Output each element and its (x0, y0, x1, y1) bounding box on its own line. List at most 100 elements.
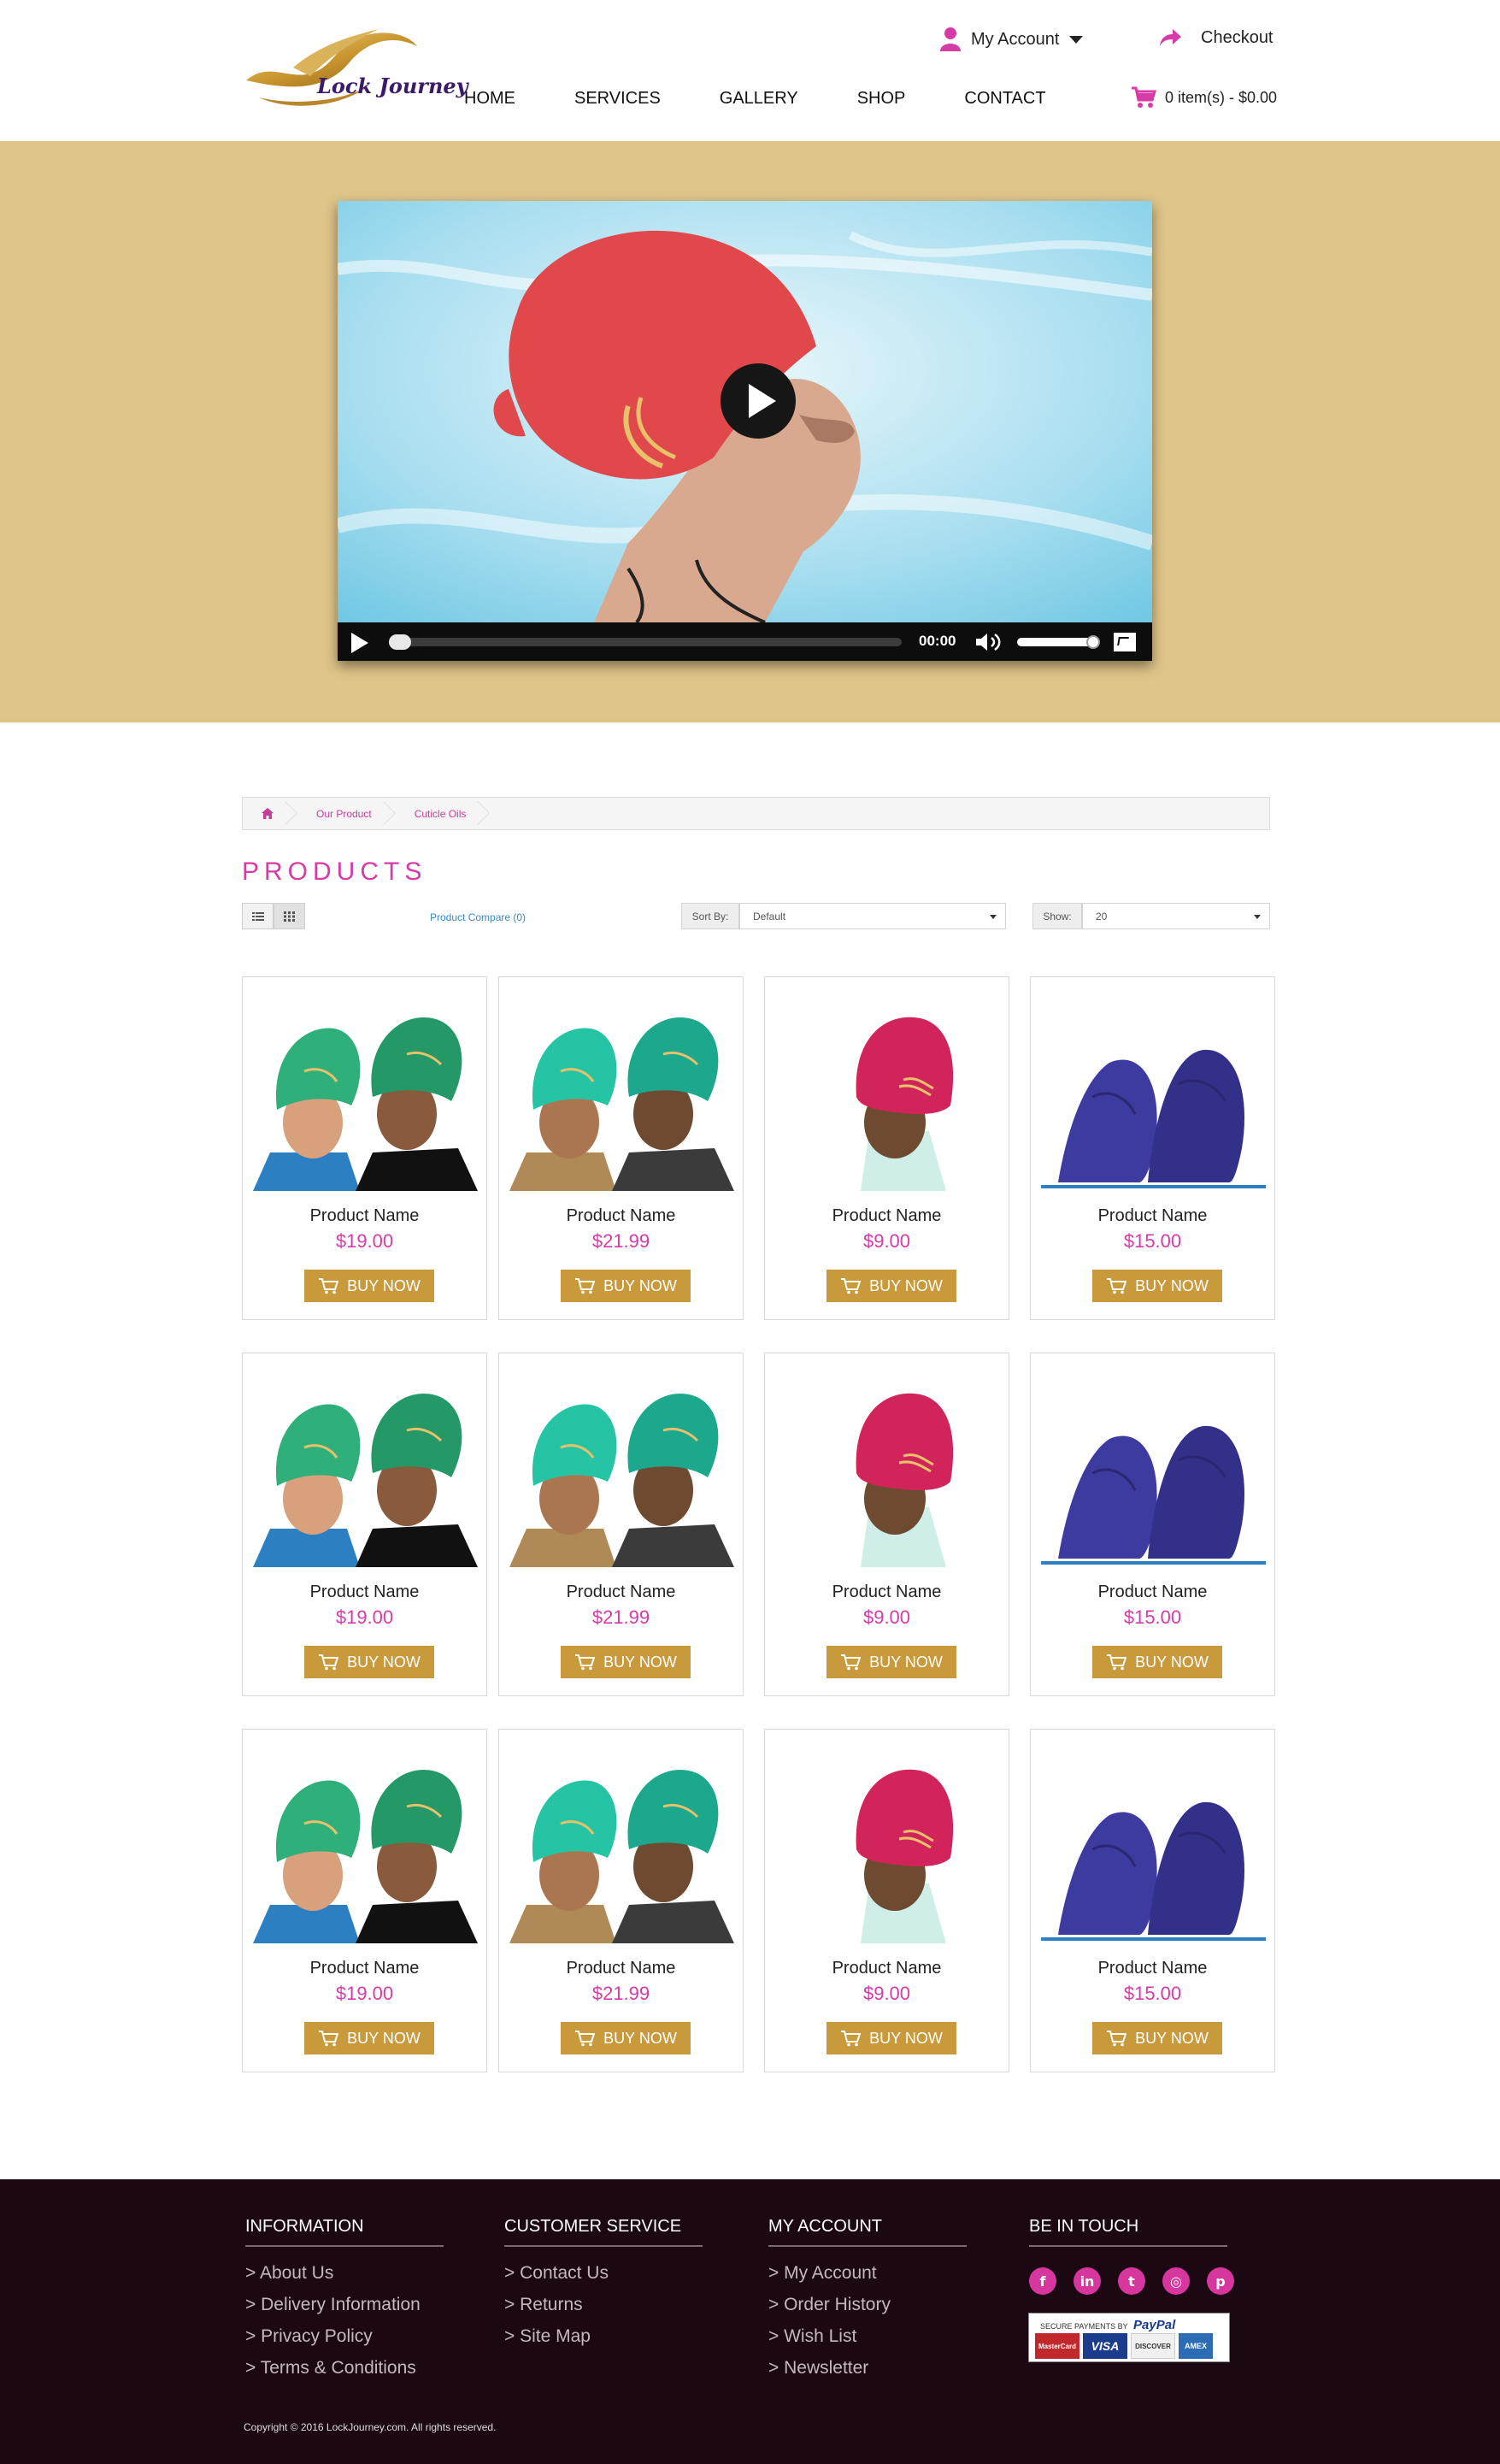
buy-now-button[interactable]: BUY NOW (826, 1270, 956, 1302)
product-image[interactable] (253, 1379, 478, 1567)
footer-link-account[interactable]: > My Account (768, 2257, 967, 2289)
footer-link-delivery[interactable]: > Delivery Information (245, 2289, 444, 2320)
pinterest-icon[interactable]: p (1207, 2267, 1234, 2295)
product-name[interactable]: Product Name (765, 1206, 1009, 1226)
product-card[interactable]: Product Name $21.99 BUY NOW (498, 1353, 744, 1696)
grid-view-button[interactable] (274, 903, 305, 929)
fullscreen-icon[interactable] (1114, 633, 1136, 651)
nav-gallery[interactable]: GALLERY (720, 89, 798, 109)
product-card[interactable]: Product Name $19.00 BUY NOW (242, 976, 487, 1320)
product-card[interactable]: Product Name $19.00 BUY NOW (242, 1729, 487, 2072)
footer-link-terms[interactable]: > Terms & Conditions (245, 2352, 444, 2384)
buy-now-button[interactable]: BUY NOW (561, 1270, 691, 1302)
buy-now-button[interactable]: BUY NOW (1092, 1270, 1222, 1302)
buy-now-button[interactable]: BUY NOW (304, 2022, 434, 2054)
product-image[interactable] (509, 1755, 734, 1943)
buy-now-button[interactable]: BUY NOW (304, 1646, 434, 1678)
product-image[interactable] (1041, 1755, 1266, 1943)
product-image[interactable] (775, 1379, 1000, 1567)
buy-now-button[interactable]: BUY NOW (561, 1646, 691, 1678)
footer-link-wishlist[interactable]: > Wish List (768, 2320, 967, 2352)
product-name[interactable]: Product Name (1031, 1959, 1274, 1978)
footer-link-sitemap[interactable]: > Site Map (504, 2320, 703, 2352)
cart-summary[interactable]: 0 item(s) - $0.00 (1131, 86, 1277, 109)
product-card[interactable]: Product Name $21.99 BUY NOW (498, 976, 744, 1320)
volume-slider[interactable] (1017, 638, 1096, 646)
social-links: f in t ◎ p (1029, 2267, 1251, 2295)
buy-now-label: BUY NOW (603, 1653, 677, 1671)
play-icon[interactable] (351, 633, 368, 653)
product-name[interactable]: Product Name (499, 1959, 743, 1978)
footer-link-returns[interactable]: > Returns (504, 2289, 703, 2320)
footer-link-contact[interactable]: > Contact Us (504, 2257, 703, 2289)
product-name[interactable]: Product Name (765, 1583, 1009, 1602)
nav-contact[interactable]: CONTACT (964, 89, 1045, 109)
product-name[interactable]: Product Name (243, 1959, 486, 1978)
buy-now-button[interactable]: BUY NOW (826, 2022, 956, 2054)
nav-services[interactable]: SERVICES (574, 89, 661, 109)
video-progress-bar[interactable] (389, 638, 902, 646)
progress-handle[interactable] (389, 634, 411, 650)
nav-shop[interactable]: SHOP (857, 89, 906, 109)
buy-now-button[interactable]: BUY NOW (561, 2022, 691, 2054)
buy-now-button[interactable]: BUY NOW (1092, 1646, 1222, 1678)
product-card[interactable]: Product Name $9.00 BUY NOW (764, 1729, 1009, 2072)
footer-link-newsletter[interactable]: > Newsletter (768, 2352, 967, 2384)
footer-link-orders[interactable]: > Order History (768, 2289, 967, 2320)
show-limit-select[interactable]: 20 (1082, 903, 1270, 929)
buy-now-button[interactable]: BUY NOW (826, 1646, 956, 1678)
product-image[interactable] (253, 1003, 478, 1191)
product-price: $9.00 (862, 1230, 911, 1252)
checkout-label: Checkout (1201, 27, 1274, 47)
product-card[interactable]: Product Name $15.00 BUY NOW (1030, 1729, 1275, 2072)
product-name[interactable]: Product Name (243, 1583, 486, 1602)
chevron-down-icon (1254, 915, 1261, 919)
product-image[interactable] (775, 1003, 1000, 1191)
product-price: $15.00 (1123, 1983, 1182, 2004)
product-image[interactable] (775, 1755, 1000, 1943)
video-player[interactable]: 00:00 (338, 201, 1152, 661)
buy-now-button[interactable]: BUY NOW (304, 1270, 434, 1302)
my-account-dropdown[interactable]: My Account (940, 27, 1084, 51)
breadcrumb-home[interactable] (243, 798, 292, 829)
footer-link-about[interactable]: > About Us (245, 2257, 444, 2289)
twitter-icon[interactable]: t (1118, 2267, 1145, 2295)
product-name[interactable]: Product Name (243, 1206, 486, 1226)
site-logo[interactable]: Lock Journey (242, 21, 468, 115)
product-card[interactable]: Product Name $9.00 BUY NOW (764, 976, 1009, 1320)
product-card[interactable]: Product Name $15.00 BUY NOW (1030, 976, 1275, 1320)
product-name[interactable]: Product Name (499, 1583, 743, 1602)
product-card[interactable]: Product Name $19.00 BUY NOW (242, 1353, 487, 1696)
amex-icon: AMEX (1179, 2333, 1213, 2359)
volume-handle[interactable] (1086, 635, 1100, 649)
footer-link-privacy[interactable]: > Privacy Policy (245, 2320, 444, 2352)
facebook-icon[interactable]: f (1029, 2267, 1056, 2295)
product-card[interactable]: Product Name $15.00 BUY NOW (1030, 1353, 1275, 1696)
breadcrumb-item[interactable]: Cuticle Oils (391, 798, 485, 829)
product-name[interactable]: Product Name (499, 1206, 743, 1226)
footer-heading: MY ACCOUNT (768, 2217, 967, 2247)
checkout-link[interactable]: Checkout (1158, 27, 1274, 48)
product-image[interactable] (1041, 1379, 1266, 1567)
product-card[interactable]: Product Name $9.00 BUY NOW (764, 1353, 1009, 1696)
product-image[interactable] (1041, 1003, 1266, 1191)
buy-now-button[interactable]: BUY NOW (1092, 2022, 1222, 2054)
product-name[interactable]: Product Name (765, 1959, 1009, 1978)
volume-icon[interactable] (974, 631, 1003, 653)
cart-label: 0 item(s) - $0.00 (1165, 88, 1278, 106)
product-name[interactable]: Product Name (1031, 1206, 1274, 1226)
linkedin-icon[interactable]: in (1074, 2267, 1101, 2295)
play-overlay-button[interactable] (721, 363, 796, 439)
nav-home[interactable]: HOME (464, 89, 515, 109)
product-image[interactable] (509, 1003, 734, 1191)
product-image[interactable] (509, 1379, 734, 1567)
list-view-button[interactable] (242, 903, 274, 929)
product-name[interactable]: Product Name (1031, 1583, 1274, 1602)
product-image[interactable] (253, 1755, 478, 1943)
paypal-logo: PayPal (1133, 2318, 1176, 2332)
product-compare-link[interactable]: Product Compare (0) (430, 911, 526, 923)
product-card[interactable]: Product Name $21.99 BUY NOW (498, 1729, 744, 2072)
sort-select[interactable]: Default (739, 903, 1006, 929)
breadcrumb-item[interactable]: Our Product (292, 798, 391, 829)
instagram-icon[interactable]: ◎ (1162, 2267, 1190, 2295)
